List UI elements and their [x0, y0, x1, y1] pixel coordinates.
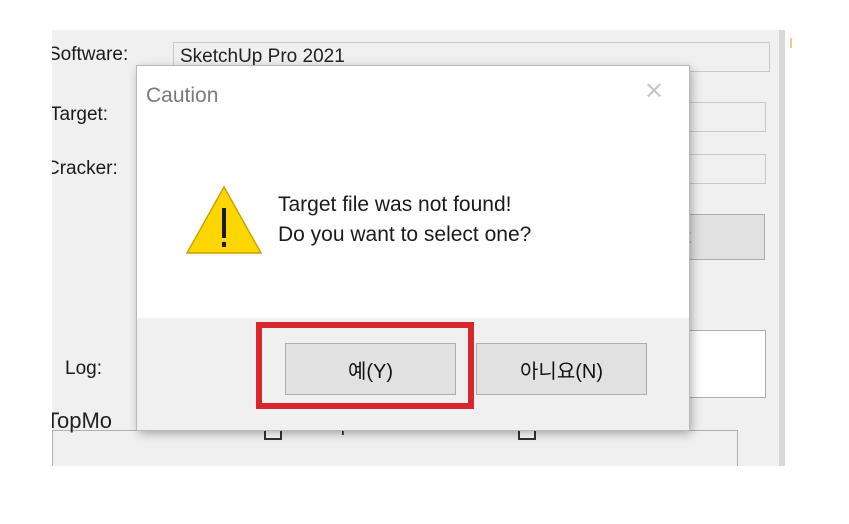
- no-button[interactable]: 아니요(N): [476, 343, 647, 395]
- warning-icon: [185, 185, 263, 254]
- close-icon[interactable]: ✕: [639, 76, 669, 106]
- dialog-message: Target file was not found! Do you want t…: [278, 190, 531, 250]
- message-line-1: Target file was not found!: [278, 193, 512, 216]
- message-line-2: Do you want to select one?: [278, 223, 532, 246]
- software-label: Software:: [52, 44, 129, 65]
- log-label: Log:: [65, 358, 102, 379]
- target-label: Target:: [52, 104, 109, 125]
- options-group: [52, 430, 738, 466]
- cracker-label: Cracker:: [52, 158, 118, 179]
- window-edge-mark: [790, 38, 792, 48]
- no-button-label: 아니요(N): [520, 360, 603, 383]
- options-group-label: TopMo: [52, 408, 113, 433]
- window-border: [779, 30, 785, 466]
- dialog-title: Caution: [146, 84, 219, 107]
- highlight-box: [256, 322, 474, 409]
